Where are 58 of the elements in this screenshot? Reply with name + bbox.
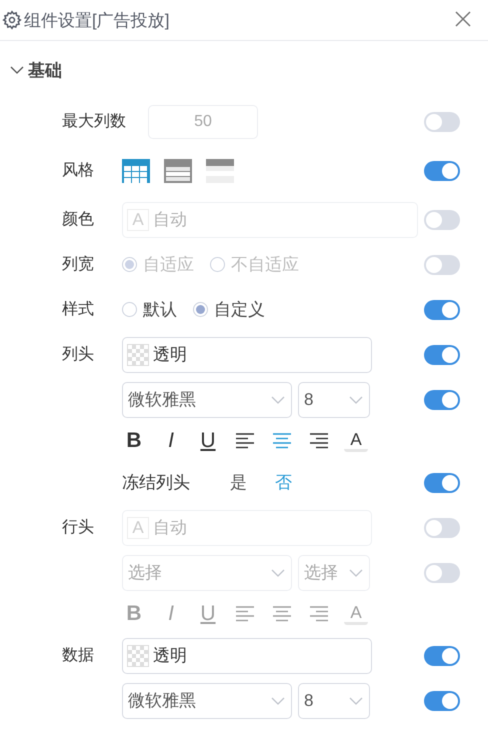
choice-option[interactable]: 是 bbox=[230, 471, 247, 494]
table-style-option[interactable] bbox=[206, 158, 234, 182]
color-value: 自动 bbox=[153, 517, 187, 539]
select-placeholder: 选择 bbox=[128, 562, 162, 584]
field-label: 列宽 bbox=[62, 254, 95, 275]
font-color-button[interactable]: A bbox=[344, 430, 368, 452]
underline-button[interactable]: U bbox=[196, 429, 220, 453]
toggle-switch[interactable] bbox=[424, 690, 460, 710]
toggle-switch[interactable] bbox=[424, 472, 460, 492]
field-label: 数据 bbox=[62, 646, 95, 666]
transparent-swatch[interactable] bbox=[127, 344, 149, 366]
radio-button[interactable] bbox=[122, 302, 137, 317]
select-value: 8 bbox=[304, 390, 314, 410]
color-field[interactable]: 透明 bbox=[122, 336, 372, 372]
font-select[interactable]: 微软雅黑 bbox=[122, 682, 292, 718]
toggle-switch[interactable] bbox=[424, 390, 460, 410]
chevron-down-icon bbox=[271, 396, 285, 404]
radio-label: 默认 bbox=[143, 299, 177, 321]
field-label: 风格 bbox=[62, 161, 95, 181]
color-value: 透明 bbox=[153, 645, 187, 667]
bold-button[interactable]: B bbox=[122, 429, 146, 453]
chevron-down-icon bbox=[349, 696, 363, 704]
italic-button[interactable]: I bbox=[159, 429, 183, 453]
radio-label: 不自适应 bbox=[231, 254, 299, 276]
field-label: 样式 bbox=[62, 300, 95, 320]
toggle-switch[interactable] bbox=[424, 646, 460, 666]
size-select[interactable]: 8 bbox=[298, 682, 370, 718]
toggle-switch[interactable] bbox=[424, 344, 460, 364]
radio-label: 自定义 bbox=[214, 299, 265, 321]
table-style-option[interactable] bbox=[122, 158, 150, 182]
settings-icon[interactable] bbox=[2, 10, 22, 30]
field-label: 冻结列头 bbox=[122, 472, 190, 494]
select-placeholder: 选择 bbox=[304, 562, 338, 584]
color-field[interactable]: 透明 bbox=[122, 638, 372, 674]
field-label: 颜色 bbox=[62, 210, 95, 230]
toggle-switch[interactable] bbox=[424, 160, 460, 180]
toggle-switch[interactable] bbox=[424, 300, 460, 320]
select-value: 微软雅黑 bbox=[128, 389, 196, 411]
color-value: 自动 bbox=[153, 209, 187, 231]
field-label: 行头 bbox=[62, 518, 95, 538]
chevron-down-icon bbox=[271, 696, 285, 704]
radio-button[interactable] bbox=[193, 302, 208, 317]
transparent-swatch[interactable] bbox=[127, 644, 149, 666]
chevron-down-icon bbox=[271, 568, 285, 576]
table-style-option[interactable] bbox=[164, 158, 192, 182]
select-value: 8 bbox=[304, 690, 314, 710]
chevron-down-icon[interactable] bbox=[10, 66, 24, 74]
chevron-down-icon bbox=[349, 396, 363, 404]
color-value: 透明 bbox=[153, 344, 187, 366]
section-title[interactable]: 基础 bbox=[28, 58, 62, 82]
select-value: 微软雅黑 bbox=[128, 690, 196, 712]
field-label: 列头 bbox=[62, 344, 95, 365]
field-label: 最大列数 bbox=[62, 112, 126, 132]
panel-title: 组件设置[广告投放] bbox=[24, 10, 170, 32]
radio-label: 自适应 bbox=[143, 254, 194, 276]
chevron-down-icon bbox=[349, 568, 363, 576]
font-select[interactable]: 微软雅黑 bbox=[122, 382, 292, 418]
size-select[interactable]: 8 bbox=[298, 382, 370, 418]
